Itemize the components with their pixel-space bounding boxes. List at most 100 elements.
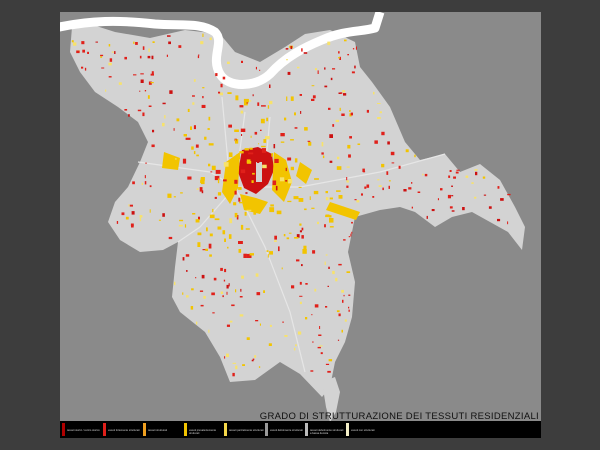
settlement-patch <box>299 281 302 285</box>
settlement-patch <box>324 261 326 265</box>
legend-item: tessuti storici / centro storico <box>62 421 102 438</box>
settlement-patch <box>228 283 230 287</box>
settlement-patch <box>336 310 340 313</box>
settlement-patch <box>226 284 229 289</box>
settlement-patch <box>328 107 331 110</box>
settlement-patch <box>214 196 217 199</box>
settlement-patch <box>281 267 283 270</box>
settlement-patch <box>82 49 85 53</box>
settlement-patch <box>341 206 345 209</box>
settlement-patch <box>148 48 150 52</box>
settlement-patch <box>269 324 272 327</box>
settlement-patch <box>191 288 194 291</box>
legend-label: tessuti debolmente strutturati <box>269 429 303 432</box>
legend-item: tessuti strutturati <box>143 421 183 438</box>
settlement-patch <box>192 102 195 105</box>
settlement-patch <box>272 180 277 186</box>
settlement-patch <box>327 41 331 46</box>
settlement-patch <box>150 82 154 84</box>
settlement-patch <box>348 236 351 238</box>
settlement-patch <box>241 275 244 279</box>
settlement-patch <box>142 112 145 117</box>
settlement-patch <box>338 57 341 59</box>
settlement-patch <box>340 92 343 94</box>
settlement-patch <box>417 191 421 193</box>
settlement-patch <box>149 209 151 213</box>
settlement-patch <box>328 215 332 218</box>
settlement-patch <box>299 223 302 226</box>
settlement-patch <box>346 271 351 273</box>
settlement-patch <box>151 55 154 60</box>
settlement-patch <box>151 71 154 74</box>
settlement-patch <box>354 65 356 69</box>
settlement-patch <box>381 163 385 168</box>
settlement-patch <box>105 89 107 92</box>
settlement-patch <box>182 292 184 295</box>
settlement-patch <box>346 177 348 181</box>
settlement-patch <box>217 226 222 230</box>
settlement-patch <box>294 158 298 163</box>
settlement-patch <box>220 267 223 271</box>
legend-swatch <box>102 423 106 436</box>
settlement-patch <box>234 190 237 195</box>
settlement-patch <box>279 177 285 182</box>
settlement-patch <box>259 323 261 326</box>
settlement-patch <box>244 211 247 216</box>
settlement-patch <box>294 237 299 239</box>
settlement-patch <box>242 364 245 366</box>
settlement-patch <box>291 285 295 289</box>
settlement-patch <box>350 112 353 116</box>
settlement-patch <box>471 182 474 184</box>
settlement-patch <box>324 224 326 228</box>
legend-label: tessuti storici / centro storico <box>67 429 100 432</box>
legend-swatch <box>345 423 349 436</box>
settlement-patch <box>101 67 105 69</box>
settlement-patch <box>240 288 242 292</box>
settlement-patch <box>202 87 205 89</box>
settlement-patch <box>327 370 331 373</box>
settlement-patch <box>262 164 267 169</box>
settlement-patch <box>474 196 477 199</box>
settlement-patch <box>190 306 194 310</box>
settlement-patch <box>178 224 183 227</box>
settlement-patch <box>382 187 384 191</box>
settlement-patch <box>299 94 302 96</box>
settlement-patch <box>347 144 351 149</box>
settlement-patch <box>269 207 275 213</box>
settlement-patch <box>258 366 261 368</box>
legend-item: tessuti fortemente strutturati <box>102 421 143 438</box>
settlement-patch <box>222 230 226 235</box>
settlement-patch <box>318 334 322 336</box>
settlement-patch <box>256 292 261 296</box>
settlement-patch <box>285 167 287 172</box>
settlement-patch <box>344 319 347 322</box>
settlement-patch <box>248 100 252 102</box>
settlement-patch <box>125 216 129 220</box>
settlement-patch <box>152 129 155 133</box>
settlement-patch <box>405 149 409 153</box>
settlement-patch <box>249 253 254 256</box>
settlement-patch <box>230 187 235 192</box>
settlement-patch <box>252 172 255 175</box>
settlement-patch <box>246 337 250 340</box>
settlement-patch <box>286 237 290 240</box>
settlement-patch <box>223 179 227 182</box>
settlement-patch <box>269 84 271 88</box>
settlement-patch <box>179 219 184 222</box>
settlement-patch <box>453 176 456 179</box>
settlement-patch <box>342 90 346 93</box>
settlement-patch <box>462 207 465 211</box>
settlement-patch <box>252 94 254 97</box>
settlement-patch <box>224 356 226 359</box>
settlement-patch <box>186 295 189 298</box>
settlement-patch <box>226 353 229 358</box>
settlement-patch <box>325 191 328 194</box>
settlement-patch <box>319 345 323 347</box>
settlement-patch <box>209 233 213 237</box>
legend-item: tessuti prevalentemente strutturati <box>183 421 224 438</box>
settlement-patch <box>285 180 288 182</box>
settlement-patch <box>329 197 333 200</box>
settlement-patch <box>296 259 300 262</box>
settlement-patch <box>139 217 142 222</box>
settlement-patch <box>182 257 185 261</box>
